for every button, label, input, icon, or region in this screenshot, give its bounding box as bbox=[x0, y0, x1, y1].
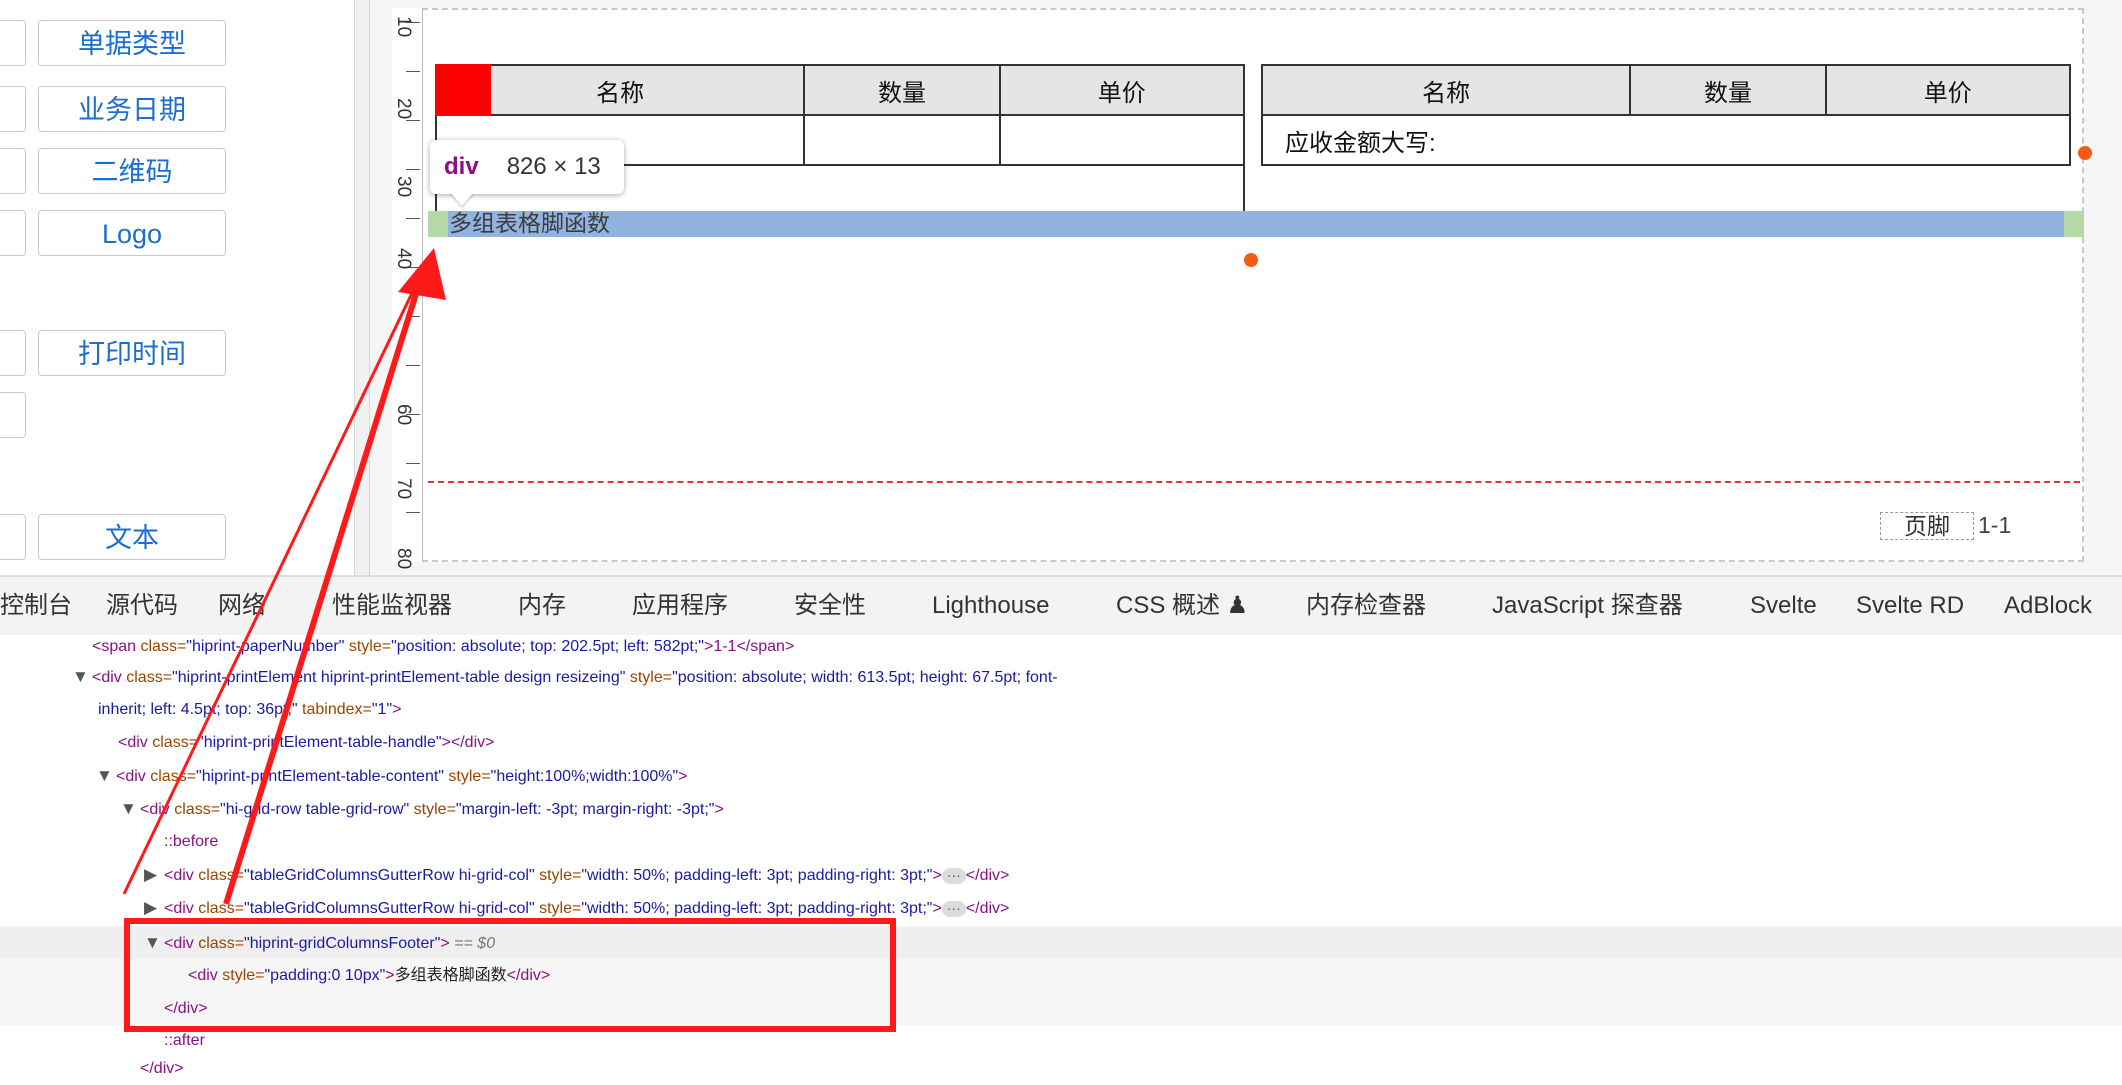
tab-svelte[interactable]: Svelte bbox=[1750, 577, 1817, 635]
table-cell[interactable] bbox=[803, 114, 1001, 166]
palette-item-stub[interactable] bbox=[0, 392, 26, 438]
ruler-label: 60 bbox=[393, 404, 414, 426]
tab-svelte-rd[interactable]: Svelte RD bbox=[1856, 577, 1964, 635]
tab-application[interactable]: 应用程序 bbox=[632, 577, 728, 635]
table-resize-handle[interactable] bbox=[435, 64, 491, 116]
grid-table-right[interactable]: 名称 数量 单价 应收金额大写: bbox=[1260, 64, 2072, 166]
page-number: 1-1 bbox=[1978, 512, 2012, 538]
dom-node-line[interactable]: <div class="hiprint-printElement-table-h… bbox=[118, 726, 494, 759]
table-header-price[interactable]: 单价 bbox=[998, 64, 1246, 116]
expand-triangle-icon[interactable]: ▼ bbox=[72, 660, 92, 693]
palette-item-business-date[interactable]: 业务日期 bbox=[38, 86, 226, 132]
tab-network[interactable]: 网络 bbox=[218, 577, 266, 635]
expand-triangle-icon[interactable]: ▼ bbox=[96, 759, 116, 792]
table-cell[interactable] bbox=[998, 114, 1246, 166]
palette-item-stub[interactable] bbox=[0, 210, 26, 256]
table-header-name[interactable]: 名称 bbox=[434, 64, 806, 116]
ruler-label: 70 bbox=[393, 478, 414, 500]
tab-memory-inspector[interactable]: 内存检查器 bbox=[1306, 577, 1426, 635]
grid-columns-footer-text[interactable]: 多组表格脚函数 bbox=[449, 210, 610, 236]
vertical-ruler: 10 20 30 40 60 70 80 bbox=[392, 8, 423, 569]
annotation-highlight-box bbox=[124, 918, 896, 1032]
dom-node-line[interactable]: <span class="hiprint-paperNumber" style=… bbox=[92, 630, 794, 663]
amount-in-words-cell[interactable]: 应收金额大写: bbox=[1261, 114, 2071, 166]
tab-performance-monitor[interactable]: 性能监视器 bbox=[332, 577, 452, 635]
ruler-label: 40 bbox=[393, 248, 414, 270]
tab-lighthouse[interactable]: Lighthouse bbox=[932, 577, 1049, 635]
palette-item-stub[interactable] bbox=[0, 514, 26, 560]
expand-triangle-icon[interactable]: ▼ bbox=[120, 792, 140, 825]
palette-item-stub[interactable] bbox=[0, 330, 26, 376]
dom-node-line[interactable]: ▼ <div class="hi-grid-row table-grid-row"… bbox=[120, 792, 724, 825]
tab-console[interactable]: 控制台 bbox=[0, 577, 72, 635]
table-header-quantity[interactable]: 数量 bbox=[1629, 64, 1827, 116]
dom-node-line[interactable]: ▼ <div class="hiprint-printElement hiprin… bbox=[72, 660, 1058, 693]
ellipsis-icon[interactable]: ··· bbox=[941, 867, 966, 884]
ruler-label: 80 bbox=[393, 548, 414, 570]
tab-adblock[interactable]: AdBlock bbox=[2004, 577, 2092, 635]
devtools-tab-bar: 控制台 源代码 网络 性能监视器 内存 应用程序 安全性 Lighthouse … bbox=[0, 577, 2122, 636]
footer-padding-right bbox=[2064, 211, 2084, 237]
tab-css-overview[interactable]: CSS 概述 ♟ bbox=[1116, 577, 1248, 635]
table-header-name[interactable]: 名称 bbox=[1260, 64, 1632, 116]
ruler-label: 10 bbox=[393, 16, 414, 38]
ellipsis-icon[interactable]: ··· bbox=[941, 900, 966, 917]
palette-item-stub[interactable] bbox=[0, 148, 26, 194]
inspector-tooltip: div 826 × 13 bbox=[430, 140, 624, 194]
collapsed-triangle-icon[interactable]: ▶ bbox=[144, 858, 164, 891]
palette-item-stub[interactable] bbox=[0, 86, 26, 132]
dom-node-line[interactable]: </div> bbox=[140, 1052, 184, 1085]
panel-divider[interactable] bbox=[354, 0, 370, 575]
palette-item-stub[interactable] bbox=[0, 20, 26, 66]
table-header-quantity[interactable]: 数量 bbox=[803, 64, 1001, 116]
tab-sources[interactable]: 源代码 bbox=[106, 577, 178, 635]
element-palette: 单据类型 业务日期 二维码 Logo 打印时间 文本 bbox=[0, 0, 354, 575]
palette-item-text[interactable]: 文本 bbox=[38, 514, 226, 560]
palette-item-logo[interactable]: Logo bbox=[38, 210, 226, 256]
dom-node-line[interactable]: inherit; left: 4.5pt; top: 36pt;" tabind… bbox=[98, 693, 401, 726]
grid-columns-footer-highlight[interactable] bbox=[428, 211, 2084, 237]
tooltip-size: 826 × 13 bbox=[506, 153, 601, 180]
tooltip-arrow bbox=[450, 192, 474, 206]
footer-padding-left bbox=[428, 211, 448, 237]
palette-item-qrcode[interactable]: 二维码 bbox=[38, 148, 226, 194]
resize-handle-dot[interactable] bbox=[2078, 146, 2092, 160]
dom-node-line[interactable]: ▶ <div class="tableGridColumnsGutterRow h… bbox=[144, 858, 1009, 891]
page-footer-label[interactable]: 页脚 bbox=[1880, 512, 1974, 540]
tooltip-tag: div bbox=[444, 153, 479, 180]
palette-item-document-type[interactable]: 单据类型 bbox=[38, 20, 226, 66]
dom-node-line[interactable]: ::before bbox=[164, 825, 218, 858]
table-header-price[interactable]: 单价 bbox=[1824, 64, 2072, 116]
ruler-label: 30 bbox=[393, 176, 414, 198]
ruler-label: 20 bbox=[393, 98, 414, 120]
palette-item-print-time[interactable]: 打印时间 bbox=[38, 330, 226, 376]
tab-javascript-profiler[interactable]: JavaScript 探查器 bbox=[1492, 577, 1683, 635]
dom-node-line[interactable]: ▼ <div class="hiprint-printElement-table-… bbox=[96, 759, 687, 792]
resize-handle-dot[interactable] bbox=[1244, 253, 1258, 267]
tab-security[interactable]: 安全性 bbox=[794, 577, 866, 635]
tab-memory[interactable]: 内存 bbox=[518, 577, 566, 635]
page-footer-line[interactable] bbox=[428, 481, 2080, 483]
